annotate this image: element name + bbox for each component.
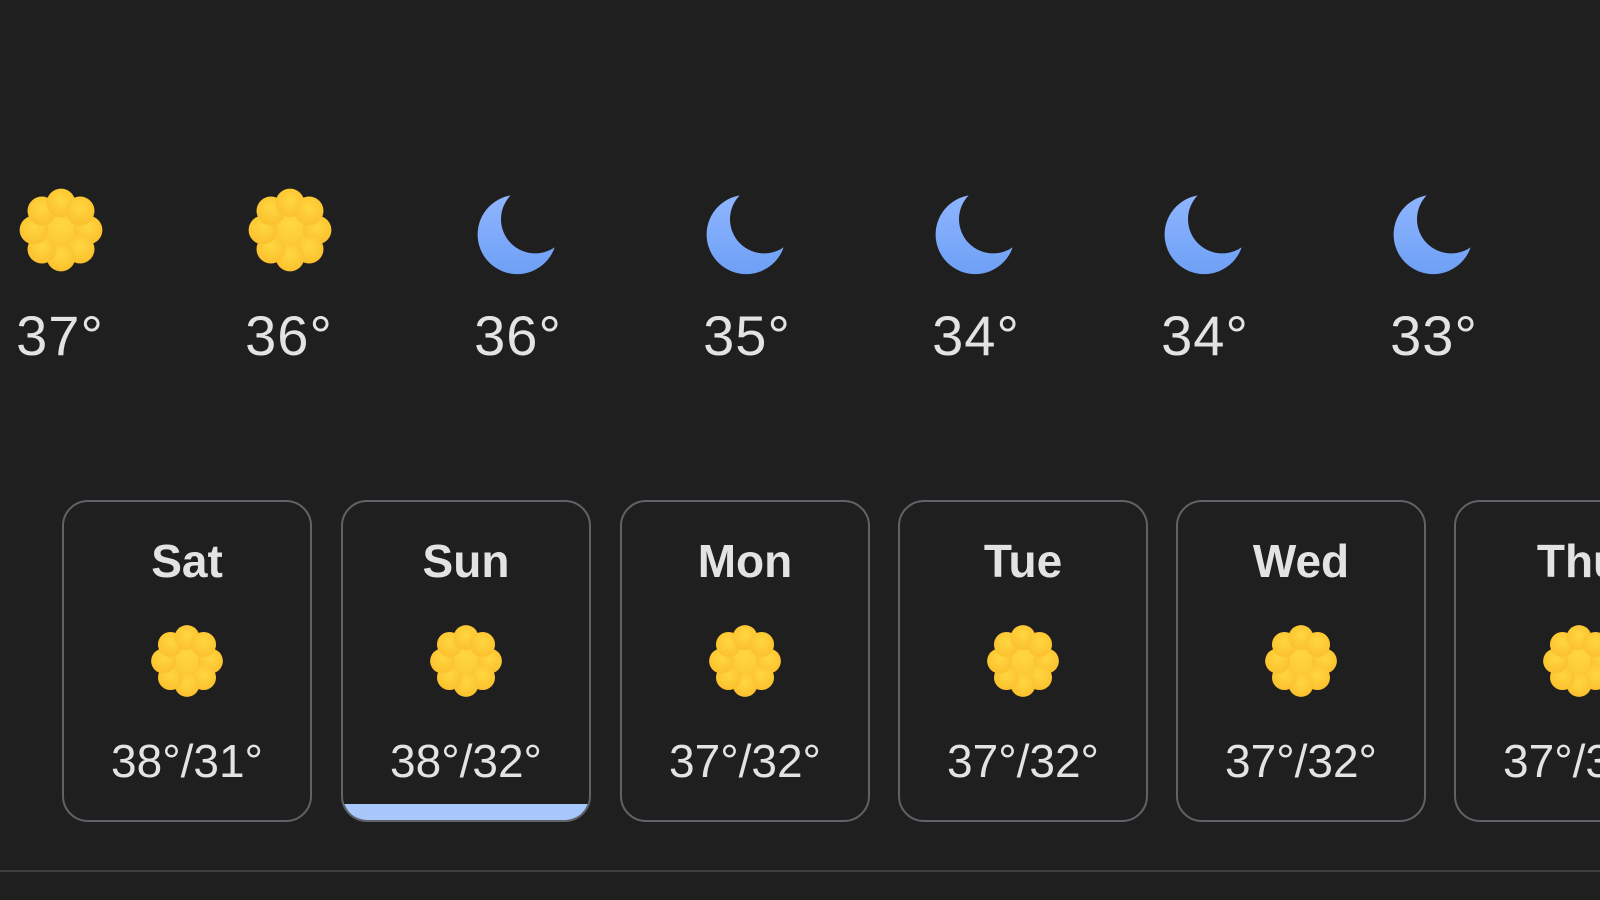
hourly-temp: 33° <box>1390 304 1478 367</box>
temp-range: 37°/32° <box>669 735 821 787</box>
bottom-divider <box>0 870 1600 872</box>
hourly-item: 34° <box>916 180 1036 370</box>
day-name: Tue <box>983 535 1063 587</box>
hourly-temp: 37° <box>16 304 104 367</box>
day-card-mon[interactable]: Mon 37°/32° <box>620 500 870 822</box>
sun-icon <box>1540 622 1600 700</box>
hourly-item: 34° <box>1145 180 1265 370</box>
temp-range: 37°/32° <box>947 735 1099 787</box>
sun-icon <box>16 185 106 275</box>
temp-range: 38°/31° <box>111 735 263 787</box>
sun-icon <box>427 622 505 700</box>
day-name: Wed <box>1252 535 1350 587</box>
hourly-item: 37° <box>0 180 120 370</box>
day-card-sun[interactable]: Sun 38°/32° <box>341 500 591 822</box>
moon-icon <box>474 185 564 275</box>
hourly-item: 35° <box>687 180 807 370</box>
day-name: Mon <box>697 535 793 587</box>
moon-icon <box>1390 185 1480 275</box>
hourly-temp: 36° <box>245 304 333 367</box>
day-card-wed[interactable]: Wed 37°/32° <box>1176 500 1426 822</box>
sun-icon <box>706 622 784 700</box>
daily-forecast: Sat 38°/31° Sun 38°/32° Mon 37°/32° Tue … <box>0 500 1600 830</box>
sun-icon <box>245 185 335 275</box>
hourly-temp: 34° <box>1161 304 1249 367</box>
sun-icon <box>984 622 1062 700</box>
hourly-temp: 34° <box>932 304 1020 367</box>
day-name: Sat <box>151 535 223 587</box>
temp-range: 37°/32° <box>1503 735 1600 787</box>
temp-range: 37°/32° <box>1225 735 1377 787</box>
hourly-item: 36° <box>458 180 578 370</box>
moon-icon <box>703 185 793 275</box>
moon-icon <box>1161 185 1251 275</box>
hourly-forecast: 37° 36° 36° 35° 34° 34° 33° <box>0 180 1600 370</box>
sun-icon <box>1262 622 1340 700</box>
temp-range: 38°/32° <box>390 735 542 787</box>
hourly-item: 36° <box>229 180 349 370</box>
weather-forecast-widget: 37° 36° 36° 35° 34° 34° 33° Sat 38°/31° … <box>0 0 1600 900</box>
selected-indicator <box>343 804 589 820</box>
day-card-sat[interactable]: Sat 38°/31° <box>62 500 312 822</box>
day-card-thu[interactable]: Thu 37°/32° <box>1454 500 1600 822</box>
day-name: Thu <box>1536 535 1600 587</box>
moon-icon <box>932 185 1022 275</box>
hourly-temp: 35° <box>703 304 791 367</box>
sun-icon <box>148 622 226 700</box>
day-name: Sun <box>422 535 510 587</box>
day-card-tue[interactable]: Tue 37°/32° <box>898 500 1148 822</box>
hourly-item: 33° <box>1374 180 1494 370</box>
hourly-temp: 36° <box>474 304 562 367</box>
